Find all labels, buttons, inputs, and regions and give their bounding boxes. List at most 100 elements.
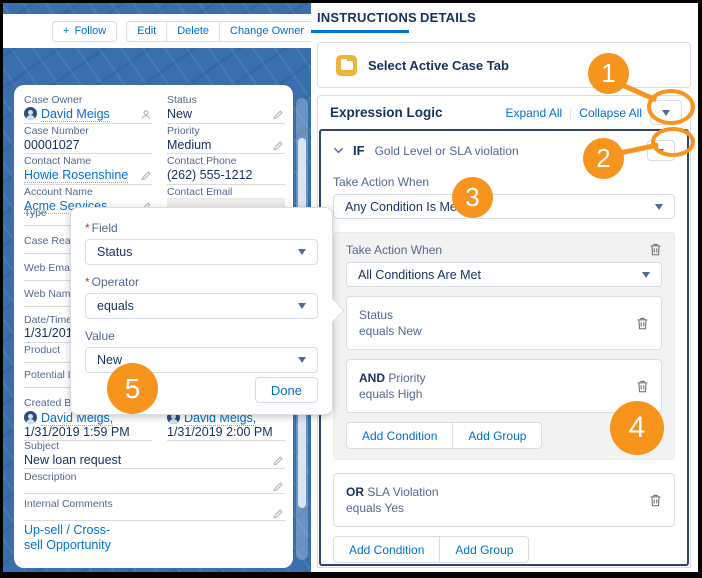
if-add-buttons: Add Condition Add Group [333,536,529,563]
callout-3: 3 [452,177,493,218]
modified-by-date: 1/31/2019 2:00 PM [167,425,273,439]
if-name: Gold Level or SLA violation [375,144,519,158]
delete-button[interactable]: Delete [167,21,220,42]
collapse-all-link[interactable]: Collapse All [579,106,642,120]
condition-priority-card[interactable]: AND Priority equals High [346,359,662,413]
select-active-case-tab-item[interactable]: Select Active Case Tab [317,42,691,88]
required-asterisk: * [85,221,90,235]
subject-value: New loan request [24,453,121,467]
expression-logic-title: Expression Logic [330,105,443,120]
delete-condition-trash-icon[interactable] [649,493,662,508]
product-label: Product [24,344,60,356]
expression-logic-card: Expression Logic Expand All | Collapse A… [317,95,691,568]
callout-1: 1 [588,53,629,94]
internal-comments-label: Internal Comments [24,498,113,510]
account-name-label: Account Name [24,186,93,198]
web-email-label: Web Email [24,262,75,274]
dropdown-arrow-icon [658,149,664,153]
delete-condition-trash-icon[interactable] [636,379,649,394]
callout-5: 5 [107,363,158,414]
field-select[interactable]: Status [85,239,318,265]
change-owner-button[interactable]: Change Owner [220,21,315,42]
add-group-button[interactable]: Add Group [453,422,542,449]
select-active-case-tab-label: Select Active Case Tab [368,58,509,73]
done-button[interactable]: Done [255,377,318,403]
priority-value: Medium [167,138,211,152]
take-action-when-label: Take Action When [333,175,675,189]
contact-name-label: Contact Name [24,155,91,167]
condition-sla-card[interactable]: OR SLA Violation equals Yes [333,473,675,527]
edit-pencil-icon[interactable] [272,455,284,467]
required-asterisk: * [85,275,90,289]
tab-instructions[interactable]: INSTRUCTIONS [317,10,417,25]
expand-all-link[interactable]: Expand All [505,106,562,120]
expression-logic-menu-button[interactable] [650,100,682,125]
operator-select[interactable]: equals [85,293,318,319]
any-condition-select[interactable]: Any Condition Is Met [333,194,675,219]
dropdown-arrow-icon [298,249,306,255]
case-owner-value: David Meigs [24,107,110,121]
add-group-button[interactable]: Add Group [440,536,529,563]
case-owner-link[interactable]: David Meigs [41,107,110,122]
links-separator: | [569,106,572,120]
field-label: *Field [85,221,318,235]
callout-4: 4 [610,401,664,455]
change-owner-icon[interactable] [140,109,152,121]
dropdown-arrow-icon [298,303,306,309]
screenshot-frame: + Follow Edit Delete Change Owner Case O… [0,0,702,578]
edit-pencil-icon[interactable] [140,170,152,182]
edit-button[interactable]: Edit [126,21,167,42]
case-owner-label: Case Owner [24,94,82,106]
priority-label: Priority [167,125,200,137]
chevron-down-icon [333,145,344,156]
dropdown-arrow-icon [662,110,670,116]
case-tab-icon [336,55,357,76]
status-value: New [167,107,192,121]
contact-phone-value: (262) 555-1212 [167,168,252,182]
if-menu-button[interactable] [647,140,675,161]
case-number-value: 00001027 [24,138,80,152]
condition-text: OR SLA Violation equals Yes [346,484,439,516]
all-conditions-select[interactable]: All Conditions Are Met [346,262,662,287]
plus-icon: + [63,25,69,37]
contact-name-link[interactable]: Howie Rosenshine [24,168,128,183]
created-by-date: 1/31/2019 1:59 PM [24,425,130,439]
if-keyword: IF [353,143,365,158]
condition-text: AND Priority equals High [359,370,426,402]
condition-status-card[interactable]: Status equals New [346,296,662,350]
contact-name-value: Howie Rosenshine [24,168,128,182]
instructions-panel: INSTRUCTIONS DETAILS Select Active Case … [311,3,698,572]
created-by-label: Created By [24,397,77,409]
active-tab-underline [311,30,409,33]
follow-button[interactable]: + Follow [52,21,117,42]
description-label: Description [24,471,77,483]
group-take-action-when-label: Take Action When [346,243,442,257]
edit-pencil-icon[interactable] [272,140,284,152]
case-number-label: Case Number [24,125,89,137]
operator-label: *Operator [85,275,318,289]
contact-phone-label: Contact Phone [167,155,236,167]
edit-pencil-icon[interactable] [272,109,284,121]
web-name-label: Web Name [24,288,76,300]
condition-text: Status equals New [359,307,422,339]
edit-pencil-icon[interactable] [272,508,284,520]
case-toolbar: + Follow Edit Delete Change Owner [3,14,311,48]
edit-pencil-icon[interactable] [272,481,284,493]
record-actions-group: Edit Delete Change Owner [126,21,338,42]
if-expression-box: IF Gold Level or SLA violation Take Acti… [319,129,689,566]
dropdown-arrow-icon [298,357,306,363]
delete-condition-trash-icon[interactable] [636,316,649,331]
tab-details[interactable]: DETAILS [420,10,476,25]
type-label: Type [24,207,47,219]
expression-logic-header: Expression Logic Expand All | Collapse A… [318,96,690,129]
upsell-crosssell-opportunity-link[interactable]: Up-sell / Cross-sell Opportunity [24,523,124,553]
delete-group-trash-icon[interactable] [649,242,662,257]
status-label: Status [167,94,197,106]
group-add-buttons: Add Condition Add Group [346,422,542,449]
contact-email-label: Contact Email [167,186,232,198]
dropdown-arrow-icon [642,272,650,278]
add-condition-button[interactable]: Add Condition [333,536,440,563]
dropdown-arrow-icon [655,204,663,210]
add-condition-button[interactable]: Add Condition [346,422,453,449]
subject-label: Subject [24,440,59,452]
